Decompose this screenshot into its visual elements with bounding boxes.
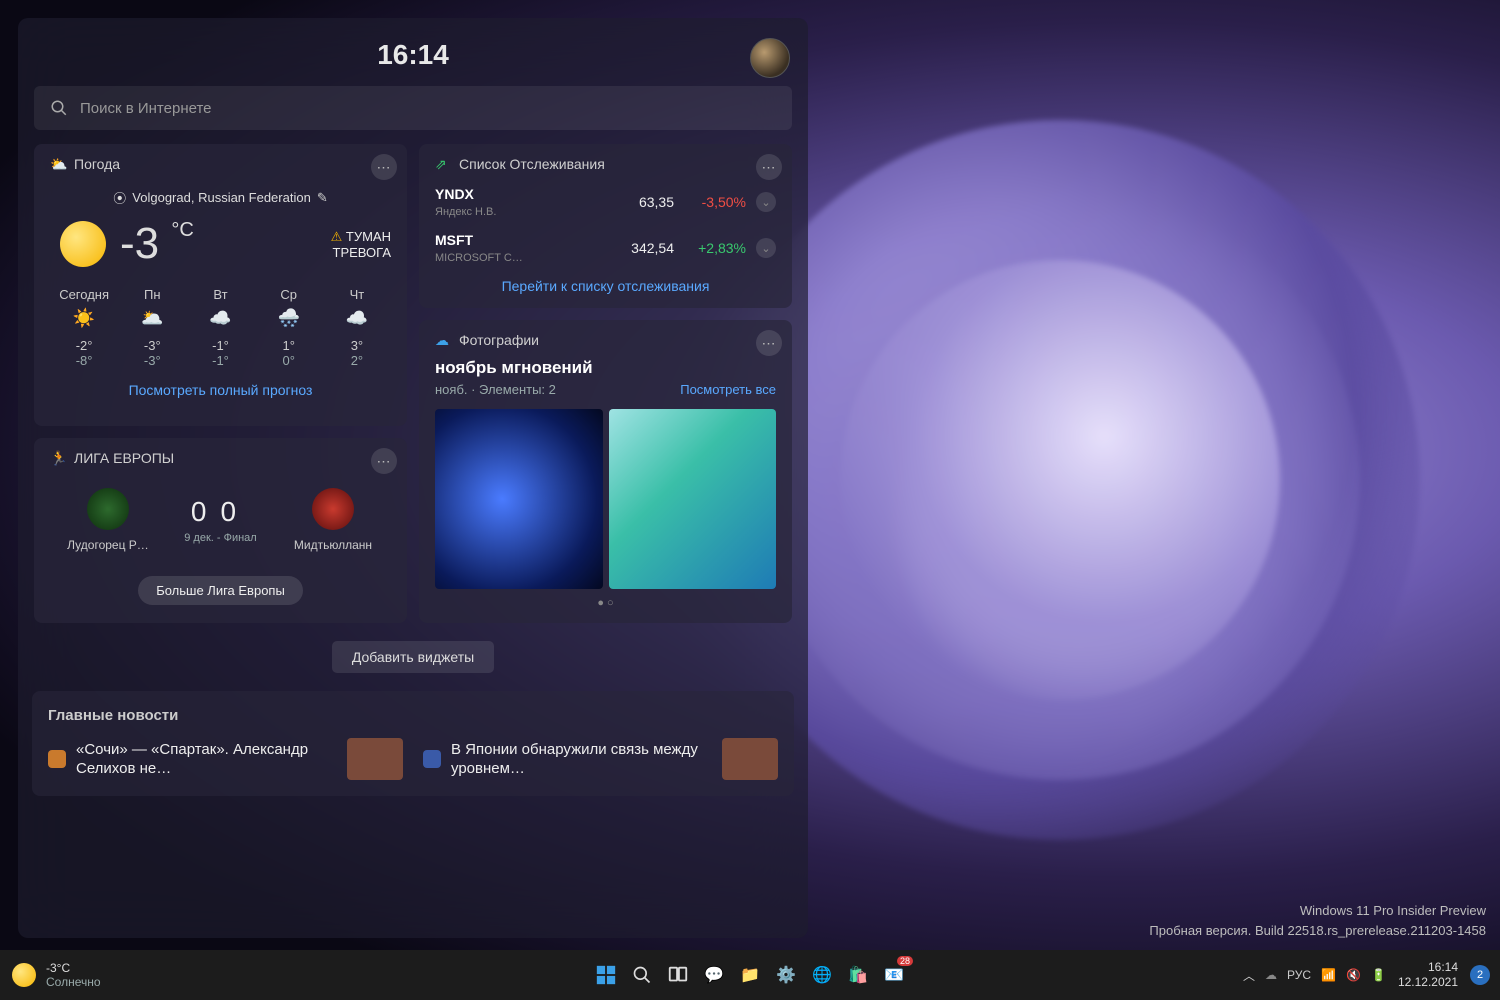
search-icon <box>50 99 68 117</box>
warning-icon: ⚠ <box>331 229 343 244</box>
task-view-button[interactable] <box>663 960 693 990</box>
add-widgets-button[interactable]: Добавить виджеты <box>332 641 494 673</box>
weather-title: Погода <box>74 156 120 172</box>
weather-widget[interactable]: ⛅ Погода ⋯ ⦿ Volgograd, Russian Federati… <box>34 144 407 426</box>
stocks-more-button[interactable]: ⋯ <box>756 154 782 180</box>
taskbar-temp: -3°C <box>46 961 101 975</box>
team-away: Мидтьюлланн <box>283 488 383 552</box>
stock-row[interactable]: YNDXЯндекс Н.В.63,35-3,50%⌄ <box>435 186 776 218</box>
forecast-day[interactable]: Ср🌨️1°0° <box>255 287 323 368</box>
sun-icon <box>60 221 106 267</box>
edit-location-icon[interactable]: ✎ <box>317 190 328 206</box>
forecast-day[interactable]: Пн🌥️-3°-3° <box>118 287 186 368</box>
stocks-icon: ⇗ <box>435 156 451 172</box>
forecast-day[interactable]: Сегодня☀️-2°-8° <box>50 287 118 368</box>
search-input[interactable]: Поиск в Интернете <box>34 86 792 130</box>
news-thumbnail <box>722 738 778 780</box>
mail-button[interactable]: 📧28 <box>879 960 909 990</box>
sports-more-button[interactable]: ⋯ <box>371 448 397 474</box>
wallpaper-bloom <box>700 120 1420 840</box>
weather-location: Volgograd, Russian Federation <box>132 190 311 205</box>
carousel-dots[interactable]: ● ○ <box>435 597 776 609</box>
news-item[interactable]: В Японии обнаружили связь между уровнем… <box>423 738 778 780</box>
weather-full-forecast-link[interactable]: Посмотреть полный прогноз <box>50 382 391 398</box>
location-target-icon: ⦿ <box>113 188 126 207</box>
news-source-icon <box>48 750 66 768</box>
taskbar-cond: Солнечно <box>46 975 101 989</box>
photos-meta: нояб. · Элементы: 2 <box>435 382 556 397</box>
news-item[interactable]: «Сочи» — «Спартак». Александр Селихов не… <box>48 738 403 780</box>
photo-thumbnail[interactable] <box>609 409 777 589</box>
widgets-panel: 16:14 Поиск в Интернете ⛅ Погода ⋯ ⦿ Vol… <box>18 18 808 938</box>
start-button[interactable] <box>591 960 621 990</box>
tray-onedrive-icon[interactable]: ☁ <box>1265 968 1277 982</box>
weather-icon: ⛅ <box>50 156 66 172</box>
sun-icon <box>12 963 36 987</box>
photos-widget-title: Фотографии <box>459 332 539 348</box>
chat-button[interactable]: 💬 <box>699 960 729 990</box>
stock-row[interactable]: MSFTMICROSOFT C…342,54+2,83%⌄ <box>435 232 776 264</box>
weather-alert: ⚠ ТУМАН ТРЕВОГА <box>331 229 391 260</box>
team-badge-icon <box>87 488 129 530</box>
user-avatar[interactable] <box>750 38 790 78</box>
news-source-icon <box>423 750 441 768</box>
battery-icon[interactable]: 🔋 <box>1371 968 1386 982</box>
settings-button[interactable]: ⚙️ <box>771 960 801 990</box>
news-heading: Главные новости <box>48 707 778 724</box>
notification-count[interactable]: 2 <box>1470 965 1490 985</box>
stocks-link[interactable]: Перейти к списку отслеживания <box>435 278 776 294</box>
wifi-icon[interactable]: 📶 <box>1321 968 1336 982</box>
stocks-title: Список Отслеживания <box>459 156 605 172</box>
search-placeholder: Поиск в Интернете <box>80 100 212 117</box>
team-badge-icon <box>312 488 354 530</box>
sports-widget[interactable]: 🏃 ЛИГА ЕВРОПЫ ⋯ Лудогорец Р… 00 9 дек. -… <box>34 438 407 623</box>
mail-badge: 28 <box>897 956 913 966</box>
photos-see-all-link[interactable]: Посмотреть все <box>680 382 776 397</box>
team-home: Лудогорец Р… <box>58 488 158 552</box>
sports-more-link[interactable]: Больше Лига Европы <box>138 576 303 605</box>
edge-button[interactable]: 🌐 <box>807 960 837 990</box>
current-temp: -3 °C <box>120 219 194 269</box>
search-button[interactable] <box>627 960 657 990</box>
taskbar-weather[interactable]: -3°C Солнечно <box>12 961 101 990</box>
forecast-day[interactable]: Вт☁️-1°-1° <box>186 287 254 368</box>
photos-widget[interactable]: ☁ Фотографии ⋯ ноябрь мгновений нояб. · … <box>419 320 792 623</box>
photo-thumbnail[interactable] <box>435 409 603 589</box>
build-watermark: Windows 11 Pro Insider Preview Пробная в… <box>1149 901 1486 940</box>
taskbar-clock[interactable]: 16:14 12.12.2021 <box>1398 960 1458 990</box>
photos-album-title: ноябрь мгновений <box>435 358 776 378</box>
forecast-day[interactable]: Чт☁️3°2° <box>323 287 391 368</box>
weather-more-button[interactable]: ⋯ <box>371 154 397 180</box>
panel-clock: 16:14 <box>377 39 449 71</box>
news-thumbnail <box>347 738 403 780</box>
top-news-section: Главные новости «Сочи» — «Спартак». Алек… <box>32 691 794 796</box>
taskbar: -3°C Солнечно 💬 📁 ⚙️ 🌐 🛍️ 📧28 ︿ ☁ РУС 📶 … <box>0 950 1500 1000</box>
onedrive-icon: ☁ <box>435 332 451 348</box>
match-score: 00 9 дек. - Финал <box>184 496 256 544</box>
tray-chevron-icon[interactable]: ︿ <box>1243 967 1255 984</box>
store-button[interactable]: 🛍️ <box>843 960 873 990</box>
chevron-icon: ⌄ <box>756 238 776 258</box>
watchlist-widget[interactable]: ⇗ Список Отслеживания ⋯ YNDXЯндекс Н.В.6… <box>419 144 792 308</box>
language-indicator[interactable]: РУС <box>1287 968 1311 982</box>
sports-title: ЛИГА ЕВРОПЫ <box>74 450 174 466</box>
volume-icon[interactable]: 🔇 <box>1346 968 1361 982</box>
photos-more-button[interactable]: ⋯ <box>756 330 782 356</box>
explorer-button[interactable]: 📁 <box>735 960 765 990</box>
chevron-icon: ⌄ <box>756 192 776 212</box>
sports-icon: 🏃 <box>50 450 66 466</box>
